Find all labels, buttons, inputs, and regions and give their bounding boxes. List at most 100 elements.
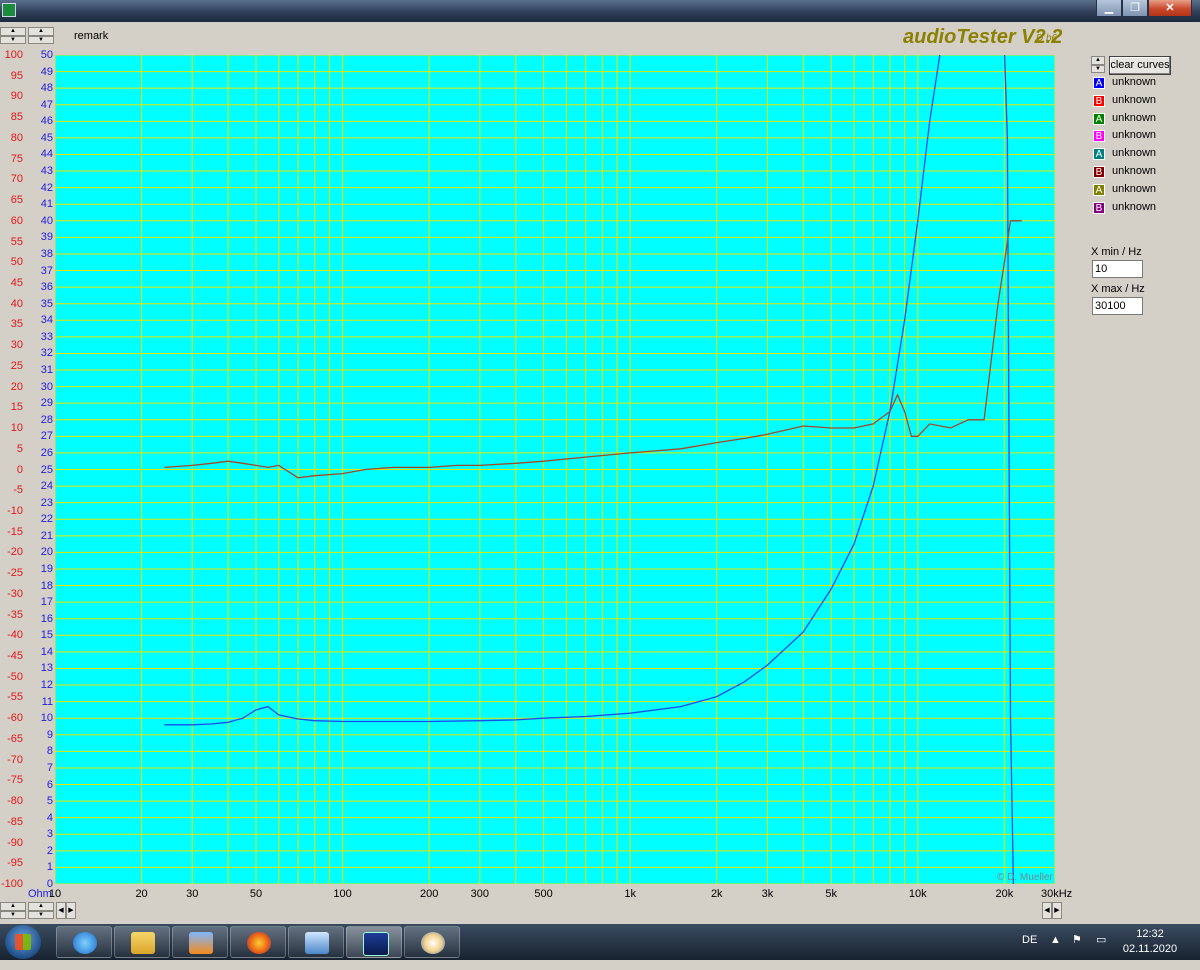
y-tick-right: 46	[40, 115, 53, 128]
legend-item[interactable]: Bunknown	[1091, 94, 1191, 110]
y-tick-right: 48	[40, 82, 53, 95]
x-scroll-right[interactable]: ◀ ▶	[1042, 902, 1062, 919]
y-tick-right: 11	[41, 695, 53, 708]
network-icon[interactable]: ▭	[1096, 933, 1106, 969]
start-button[interactable]	[5, 925, 41, 959]
taskbar-media[interactable]	[172, 926, 228, 958]
internet-explorer-icon	[73, 932, 97, 954]
taskbar-audiotester[interactable]	[346, 926, 402, 958]
y-tick-right: 26	[40, 446, 53, 459]
legend-label: unknown	[1112, 147, 1157, 160]
photo-viewer-icon	[305, 932, 329, 954]
y-tick-right: 32	[40, 347, 53, 360]
xmin-input[interactable]: 10	[1092, 260, 1143, 278]
y-tick-left: -20	[7, 546, 23, 559]
y-tick-right: 21	[40, 529, 53, 542]
taskbar-clock[interactable]: 12:32 02.11.2020	[1120, 927, 1180, 957]
app-icon[interactable]	[2, 3, 16, 17]
y-tick-right: 3	[46, 828, 53, 841]
y-tick-left: -90	[7, 836, 23, 849]
x-tick-label: 30	[186, 888, 199, 900]
taskbar-photos[interactable]	[288, 926, 344, 958]
y-tick-right: 13	[40, 662, 53, 675]
taskbar-explorer[interactable]	[114, 926, 170, 958]
language-indicator[interactable]: DE	[1022, 934, 1037, 970]
restore-button[interactable]: ❐	[1122, 0, 1148, 17]
legend-swatch[interactable]: B	[1093, 201, 1105, 214]
y-tick-left: 100	[4, 49, 23, 61]
y-tick-right: 29	[40, 397, 53, 410]
taskbar-paint[interactable]	[404, 926, 460, 958]
xmax-label: X max / Hz	[1091, 283, 1145, 295]
y-tick-right: 27	[40, 430, 53, 443]
y-tick-right: 20	[40, 546, 53, 559]
close-button[interactable]: ✕	[1148, 0, 1192, 17]
xmin-label: X min / Hz	[1091, 246, 1142, 258]
y-tick-right: 5	[46, 795, 53, 808]
y-tick-left: 10	[10, 422, 23, 435]
y-tick-right: 34	[40, 314, 53, 327]
plot-area[interactable]: © D. Mueller	[54, 49, 1056, 889]
y-tick-right: 24	[40, 480, 53, 493]
y-tick-right: 28	[40, 413, 53, 426]
legend-item[interactable]: Bunknown	[1091, 201, 1191, 217]
impedance-chart[interactable]: © D. Mueller	[54, 49, 1056, 885]
y-tick-left: -15	[7, 525, 23, 538]
y-scale-left-spinner[interactable]: ▲ ▼	[0, 27, 26, 44]
x-tick-label: 5k	[825, 888, 838, 900]
action-center-flag-icon[interactable]: ⚑	[1072, 933, 1082, 969]
legend-label: unknown	[1112, 111, 1157, 124]
taskbar-firefox[interactable]	[230, 926, 286, 958]
y-tick-left: 15	[10, 401, 23, 414]
y-tick-left: -55	[7, 691, 23, 704]
y-tick-left: 65	[10, 194, 23, 207]
y-tick-left: -5	[13, 484, 23, 497]
x-tick-label: 300	[470, 888, 489, 900]
remark-label[interactable]: remark	[74, 30, 108, 42]
xmax-input[interactable]: 30100	[1092, 297, 1143, 315]
tray-arrow-icon[interactable]: ▲	[1050, 934, 1061, 970]
firefox-icon	[247, 932, 271, 954]
y-tick-left: 25	[10, 359, 23, 372]
y-tick-left: 35	[10, 318, 23, 331]
legend-item[interactable]: Aunknown	[1091, 76, 1191, 92]
legend-swatch[interactable]: B	[1093, 130, 1105, 143]
taskbar-ie[interactable]	[56, 926, 112, 958]
x-zoom-spinner-right[interactable]: ▲ ▼	[28, 902, 54, 919]
clear-curves-button[interactable]: clear curves	[1109, 56, 1171, 75]
y-tick-left: 75	[10, 152, 23, 165]
legend-item[interactable]: Aunknown	[1091, 112, 1191, 128]
legend-item[interactable]: Bunknown	[1091, 165, 1191, 181]
y-tick-right: 25	[40, 463, 53, 476]
y-tick-right: 38	[40, 247, 53, 260]
x-zoom-spinner-left[interactable]: ▲ ▼	[0, 902, 26, 919]
y-tick-right: 31	[40, 364, 53, 377]
y-tick-right: 6	[46, 778, 53, 791]
curve-spinner[interactable]: ▲ ▼	[1091, 56, 1105, 73]
y-scale-right-spinner[interactable]: ▲ ▼	[28, 27, 54, 44]
y-tick-right: 16	[40, 612, 53, 625]
y-tick-left: 85	[10, 111, 23, 124]
legend-item[interactable]: Aunknown	[1091, 183, 1191, 199]
legend-swatch[interactable]: A	[1093, 148, 1105, 161]
legend-swatch[interactable]: A	[1093, 183, 1105, 196]
y-tick-right: 23	[40, 496, 53, 509]
legend-item[interactable]: Bunknown	[1091, 129, 1191, 145]
legend-swatch[interactable]: A	[1093, 77, 1105, 89]
paint-icon	[421, 932, 445, 954]
minimize-button[interactable]: ▁	[1096, 0, 1122, 17]
y-tick-left: 30	[10, 339, 23, 352]
legend-swatch[interactable]: B	[1093, 166, 1105, 178]
x-tick-label: 2k	[710, 888, 723, 900]
y-tick-right: 15	[40, 629, 53, 642]
audiotester-icon	[363, 932, 389, 956]
y-tick-right: 42	[40, 181, 53, 194]
x-scroll-left[interactable]: ◀ ▶	[56, 902, 76, 919]
legend-swatch[interactable]: A	[1093, 112, 1105, 125]
legend-label: unknown	[1112, 93, 1157, 106]
x-tick-label: 200	[419, 888, 439, 900]
x-tick-label: 20k	[995, 888, 1014, 900]
legend-swatch[interactable]: B	[1093, 94, 1105, 107]
taskbar: DE ▲ ⚑ ▭ 12:32 02.11.2020	[0, 924, 1200, 960]
legend-item[interactable]: Aunknown	[1091, 147, 1191, 163]
